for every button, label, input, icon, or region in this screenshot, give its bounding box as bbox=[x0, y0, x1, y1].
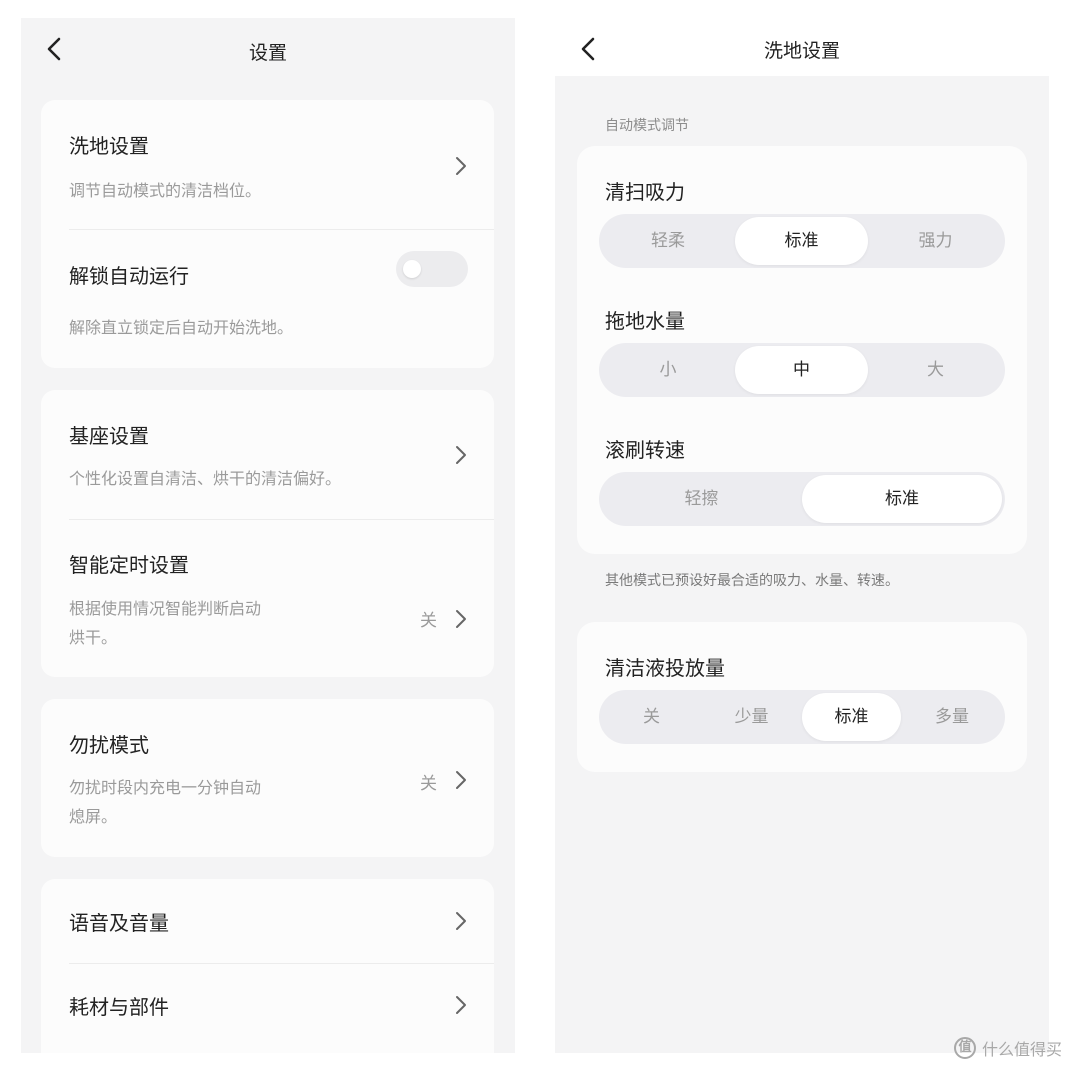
water-option-high[interactable]: 大 bbox=[869, 346, 1002, 394]
settings-card-dnd: 勿扰模式 勿扰时段内充电一分钟自动 熄屏。 关 bbox=[41, 699, 494, 857]
suction-segmented-control: 轻柔 标准 强力 bbox=[599, 214, 1005, 268]
chevron-right-icon bbox=[456, 996, 466, 1014]
item-description: 解除直立锁定后自动开始洗地。 bbox=[69, 318, 294, 337]
detergent-option-standard[interactable]: 标准 bbox=[802, 693, 901, 741]
settings-item-voice-volume[interactable]: 语音及音量 bbox=[41, 879, 494, 963]
item-description: 调节自动模式的清洁档位。 bbox=[69, 181, 262, 200]
detergent-option-more[interactable]: 多量 bbox=[902, 693, 1002, 741]
item-title: 智能定时设置 bbox=[69, 553, 189, 577]
item-title: 耗材与部件 bbox=[69, 995, 169, 1019]
chevron-right-icon bbox=[456, 446, 466, 464]
page-title: 设置 bbox=[248, 42, 287, 64]
unlock-auto-run-toggle[interactable] bbox=[396, 251, 468, 287]
watermark: 值 什么值得买 bbox=[954, 1036, 1062, 1060]
watermark-logo-icon: 值 bbox=[954, 1037, 976, 1059]
chevron-right-icon bbox=[456, 912, 466, 930]
detergent-option-little[interactable]: 少量 bbox=[702, 693, 801, 741]
item-title: 语音及音量 bbox=[69, 911, 169, 935]
top-bar: 洗地设置 bbox=[555, 18, 1049, 76]
settings-card-misc: 语音及音量 耗材与部件 bbox=[41, 879, 494, 1053]
item-description-line-2: 熄屏。 bbox=[69, 807, 118, 826]
chevron-right-icon bbox=[456, 610, 466, 628]
settings-card-cleaning: 洗地设置 调节自动模式的清洁档位。 解锁自动运行 解除直立锁定后自动开始洗地。 bbox=[41, 100, 494, 368]
settings-card-base: 基座设置 个性化设置自清洁、烘干的清洁偏好。 智能定时设置 根据使用情况智能判断… bbox=[41, 390, 494, 677]
water-segmented-control: 小 中 大 bbox=[599, 343, 1005, 397]
toggle-knob bbox=[403, 260, 421, 278]
item-description-line-1: 根据使用情况智能判断启动 bbox=[69, 599, 262, 618]
auto-mode-card: 清扫吸力 轻柔 标准 强力 拖地水量 小 中 大 滚刷转速 轻擦 标准 bbox=[577, 146, 1027, 554]
settings-item-unlock-auto-run: 解锁自动运行 解除直立锁定后自动开始洗地。 bbox=[41, 230, 494, 368]
detergent-segmented-control: 关 少量 标准 多量 bbox=[599, 690, 1005, 744]
item-title: 基座设置 bbox=[69, 424, 149, 448]
suction-label: 清扫吸力 bbox=[605, 180, 685, 204]
item-title: 勿扰模式 bbox=[69, 733, 149, 757]
item-description: 个性化设置自清洁、烘干的清洁偏好。 bbox=[69, 469, 342, 488]
water-label: 拖地水量 bbox=[605, 309, 685, 333]
suction-option-standard[interactable]: 标准 bbox=[735, 217, 868, 265]
detergent-option-off[interactable]: 关 bbox=[602, 693, 701, 741]
settings-item-smart-timer[interactable]: 智能定时设置 根据使用情况智能判断启动 烘干。 关 bbox=[41, 520, 494, 677]
brush-speed-label: 滚刷转速 bbox=[605, 438, 685, 462]
page-title: 洗地设置 bbox=[763, 40, 840, 62]
status-value: 关 bbox=[420, 611, 437, 631]
detergent-card: 清洁液投放量 关 少量 标准 多量 bbox=[577, 622, 1027, 772]
settings-item-floor-wash[interactable]: 洗地设置 调节自动模式的清洁档位。 bbox=[41, 100, 494, 229]
settings-item-do-not-disturb[interactable]: 勿扰模式 勿扰时段内充电一分钟自动 熄屏。 关 bbox=[41, 699, 494, 857]
brush-speed-segmented-control: 轻擦 标准 bbox=[599, 472, 1005, 526]
status-value: 关 bbox=[420, 774, 437, 794]
water-option-low[interactable]: 小 bbox=[602, 346, 734, 394]
settings-screen: 设置 洗地设置 调节自动模式的清洁档位。 解锁自动运行 解除直立锁定后自动开始洗… bbox=[21, 18, 515, 1053]
item-description-line-1: 勿扰时段内充电一分钟自动 bbox=[69, 778, 262, 797]
settings-item-consumables[interactable]: 耗材与部件 bbox=[41, 964, 494, 1053]
water-option-medium[interactable]: 中 bbox=[735, 346, 868, 394]
settings-item-base[interactable]: 基座设置 个性化设置自清洁、烘干的清洁偏好。 bbox=[41, 390, 494, 519]
chevron-right-icon bbox=[456, 771, 466, 789]
detergent-label: 清洁液投放量 bbox=[605, 656, 725, 680]
item-description-line-2: 烘干。 bbox=[69, 628, 118, 647]
brush-option-standard[interactable]: 标准 bbox=[802, 475, 1002, 523]
brush-option-light[interactable]: 轻擦 bbox=[602, 475, 801, 523]
floor-wash-settings-screen: 洗地设置 自动模式调节 清扫吸力 轻柔 标准 强力 拖地水量 小 中 大 滚刷转… bbox=[555, 18, 1049, 1053]
top-bar: 设置 bbox=[21, 18, 515, 80]
item-title: 洗地设置 bbox=[69, 134, 149, 158]
suction-option-strong[interactable]: 强力 bbox=[869, 217, 1002, 265]
suction-option-gentle[interactable]: 轻柔 bbox=[602, 217, 734, 265]
watermark-text: 什么值得买 bbox=[982, 1040, 1063, 1059]
chevron-right-icon bbox=[456, 157, 466, 175]
item-title: 解锁自动运行 bbox=[69, 264, 189, 288]
preset-note: 其他模式已预设好最合适的吸力、水量、转速。 bbox=[605, 573, 899, 589]
section-label: 自动模式调节 bbox=[605, 118, 689, 134]
